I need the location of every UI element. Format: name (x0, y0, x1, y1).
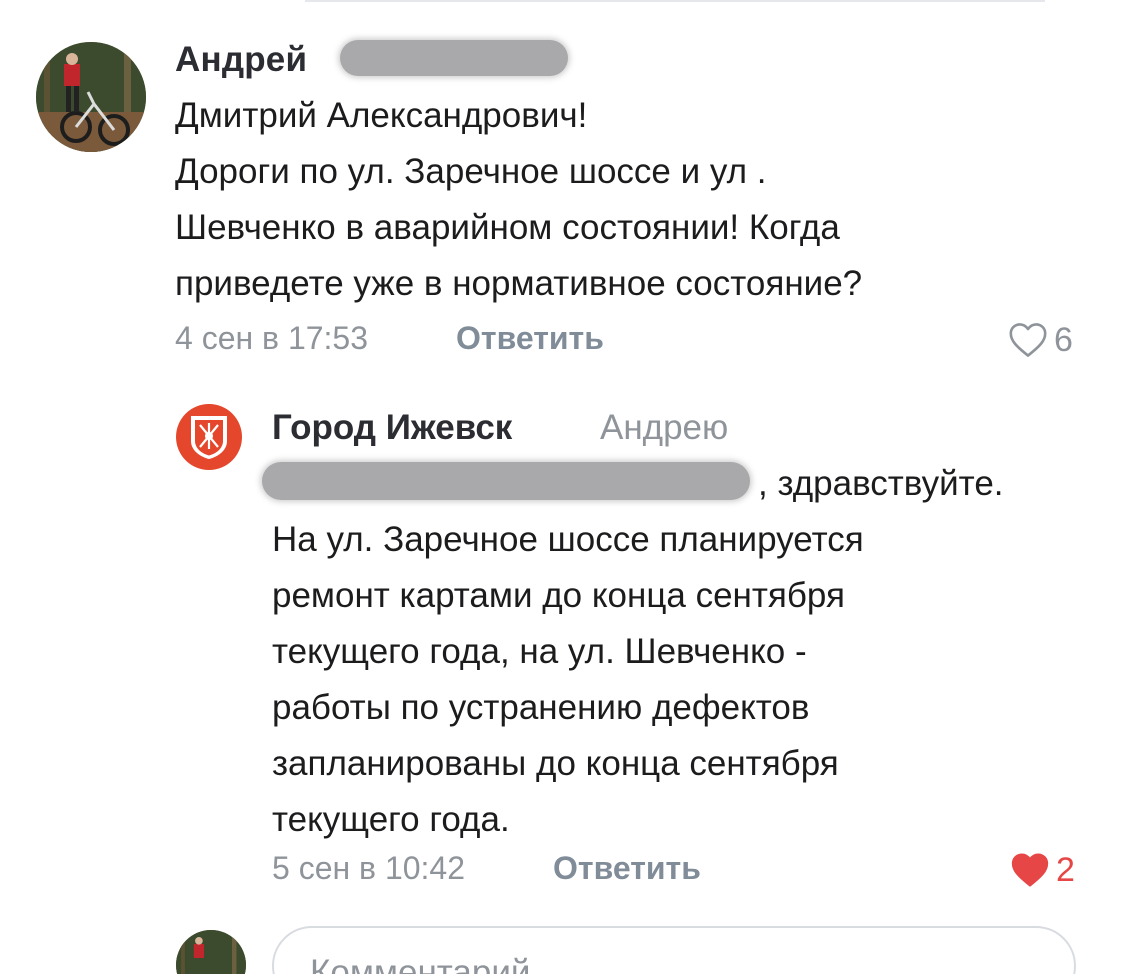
reply-body: , здравствуйте. На ул. Заречное шоссе пл… (272, 456, 1072, 848)
like-count: 6 (1054, 320, 1073, 359)
reply-line: ремонт картами до конца сентября (272, 576, 845, 615)
reply-date: 5 сен в 10:42 (272, 850, 466, 886)
redacted-name-link (262, 462, 750, 500)
heart-filled-icon (1011, 853, 1049, 887)
redacted-surname (340, 40, 568, 76)
avatar-photo-image (176, 930, 246, 974)
comment-line: приведете уже в нормативное состояние? (175, 264, 863, 303)
comment-line: Шевченко в аварийном состоянии! Когда (175, 208, 840, 247)
avatar[interactable] (36, 42, 146, 152)
comment-date: 4 сен в 17:53 (175, 320, 369, 356)
city-avatar[interactable] (176, 404, 242, 470)
reply-author[interactable]: Город Ижевск (272, 408, 512, 448)
comment-line: Дороги по ул. Заречное шоссе и ул . (175, 152, 767, 191)
reply-line: запланированы до конца сентября (272, 744, 839, 783)
heart-outline-icon (1009, 323, 1047, 357)
avatar-photo-image (36, 42, 146, 152)
reply-line: На ул. Заречное шоссе планируется (272, 520, 864, 559)
coat-of-arms-icon (191, 416, 227, 459)
reply-line: текущего года. (272, 800, 510, 839)
reply-button[interactable]: Ответить (456, 320, 604, 357)
current-user-avatar (176, 930, 246, 974)
comment-line: Дмитрий Александрович! (175, 96, 588, 135)
like-button[interactable]: 6 (1008, 320, 1073, 360)
divider (305, 0, 1045, 2)
comments-screen: Андрей Дмитрий Александрович! Дороги по … (0, 0, 1125, 974)
comment-author[interactable]: Андрей (175, 40, 307, 80)
reply-line: текущего года, на ул. Шевченко - (272, 632, 807, 671)
comment-body: Дмитрий Александрович! Дороги по ул. Зар… (175, 88, 1055, 312)
reply-line: работы по устранению дефектов (272, 688, 810, 727)
reply-addressee[interactable]: Андрею (600, 408, 728, 448)
comment-input[interactable] (272, 926, 1076, 974)
like-button[interactable]: 2 (1010, 850, 1075, 890)
reply-button[interactable]: Ответить (553, 850, 701, 887)
like-count: 2 (1056, 850, 1075, 889)
